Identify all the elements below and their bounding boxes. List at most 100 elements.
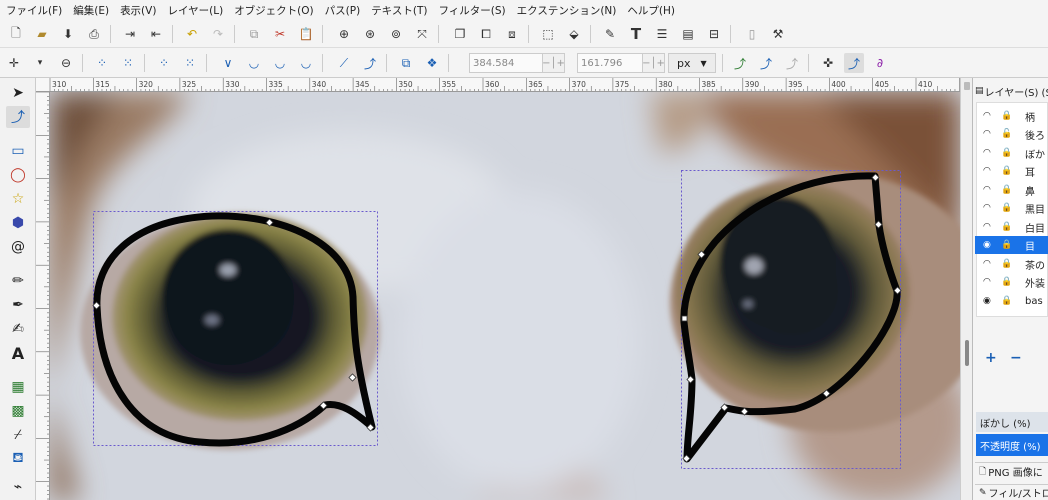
eye-open-icon[interactable]: ◉ (983, 240, 997, 250)
cut-icon[interactable]: ✂ (270, 24, 290, 44)
ungroup-icon[interactable]: ⬙ (564, 24, 584, 44)
object-to-path-icon[interactable]: ⧉ (396, 53, 416, 73)
layer-row-6[interactable]: ◠ 🔒 白目 (975, 218, 1048, 236)
lock-icon[interactable]: 🔒 (1001, 166, 1015, 176)
scroll-corner-icon[interactable] (964, 82, 970, 90)
x-stepper[interactable]: −│+ (542, 53, 565, 73)
layer-row-7[interactable]: ◉ 🔒 目 (975, 236, 1048, 254)
cusp-node-icon[interactable]: ∨ (218, 53, 238, 73)
zoom-width-icon[interactable]: ⤧ (412, 24, 432, 44)
snap-paths-icon[interactable]: ∂ (870, 53, 890, 73)
break-path-icon[interactable]: ⁙ (118, 53, 138, 73)
3d-box-tool-icon[interactable]: ⬢ (6, 212, 30, 234)
auto-smooth-node-icon[interactable]: ◡ (296, 53, 316, 73)
lock-icon[interactable]: 🔒 (1001, 111, 1015, 121)
print-icon[interactable]: ⎙ (84, 24, 104, 44)
lock-icon[interactable]: 🔒 (1001, 148, 1015, 158)
unlock-icon[interactable]: 🔓 (1001, 129, 1015, 139)
new-document-icon[interactable]: 🗋 (6, 24, 26, 44)
selector-tool-icon[interactable]: ➤ (6, 82, 30, 104)
text-tool-icon[interactable]: A (6, 342, 30, 364)
layer-row-5[interactable]: ◠ 🔒 黒目 (975, 199, 1048, 217)
eye-closed-icon[interactable]: ◠ (983, 166, 997, 176)
redo-icon[interactable]: ↷ (208, 24, 228, 44)
eye-closed-icon[interactable]: ◠ (983, 277, 997, 287)
layer-row-2[interactable]: ◠ 🔒 ぼか (975, 144, 1048, 162)
eye-closed-icon[interactable]: ◠ (983, 222, 997, 232)
show-outline-icon[interactable]: ⤴ (782, 53, 802, 73)
stroke-to-path-icon[interactable]: ❖ (422, 53, 442, 73)
y-stepper[interactable]: −│+ (642, 53, 665, 73)
lock-icon[interactable]: 🔒 (1001, 259, 1015, 269)
rectangle-tool-icon[interactable]: ▭ (6, 140, 30, 162)
calligraphy-tool-icon[interactable]: ✍ (6, 318, 30, 340)
paste-icon[interactable]: 📋 (296, 24, 316, 44)
lock-icon[interactable]: 🔒 (1001, 222, 1015, 232)
import-icon[interactable]: ⇥ (120, 24, 140, 44)
opacity-slider[interactable]: 不透明度 (%) (976, 434, 1048, 456)
save-icon[interactable]: ⬇ (58, 24, 78, 44)
menu-path[interactable]: パス(P) (319, 3, 366, 18)
menu-layer[interactable]: レイヤー(L) (161, 3, 228, 18)
menu-object[interactable]: オブジェクト(O) (228, 3, 318, 18)
pencil-tool-icon[interactable]: ✏ (6, 270, 30, 292)
document-properties-icon[interactable]: ▯ (742, 24, 762, 44)
remove-layer-button[interactable]: − (1010, 350, 1022, 366)
chevron-down-icon[interactable]: ▾ (30, 53, 50, 73)
duplicate-icon[interactable]: ❐ (450, 24, 470, 44)
open-file-icon[interactable]: ▰ (32, 24, 52, 44)
smooth-node-icon[interactable]: ◡ (244, 53, 264, 73)
preferences-icon[interactable]: ⚒ (768, 24, 788, 44)
y-coordinate-input[interactable]: 161.796 (577, 53, 643, 73)
vertical-scrollbar[interactable] (960, 78, 972, 500)
layer-row-0[interactable]: ◠ 🔒 柄 (975, 107, 1048, 125)
lock-icon[interactable]: 🔒 (1001, 185, 1015, 195)
drawing-canvas[interactable] (50, 92, 960, 500)
lock-icon[interactable]: 🔒 (1001, 240, 1015, 250)
undo-icon[interactable]: ↶ (182, 24, 202, 44)
menu-file[interactable]: ファイル(F) (0, 3, 67, 18)
layer-row-10[interactable]: ◉ 🔒 bas (975, 292, 1048, 310)
unlink-clone-icon[interactable]: ⧈ (502, 24, 522, 44)
eye-closed-icon[interactable]: ◠ (983, 111, 997, 121)
fill-stroke-tab[interactable]: ✎フィル/ストロー (975, 484, 1048, 500)
join-endnodes-icon[interactable]: ⁘ (154, 53, 174, 73)
paint-bucket-tool-icon[interactable]: ⛾ (6, 448, 30, 470)
spiral-tool-icon[interactable]: @ (6, 236, 30, 258)
copy-icon[interactable]: ⧉ (244, 24, 264, 44)
dropper-tool-icon[interactable]: ⌿ (6, 424, 30, 446)
eye-closed-icon[interactable]: ◠ (983, 148, 997, 158)
menu-view[interactable]: 表示(V) (114, 3, 161, 18)
zoom-drawing-icon[interactable]: ⊛ (360, 24, 380, 44)
node-tool-icon[interactable]: ⤴ (6, 106, 30, 128)
snap-toggle-icon[interactable]: ✜ (818, 53, 838, 73)
pen-tool-icon[interactable]: ✒ (6, 294, 30, 316)
eye-closed-icon[interactable]: ◠ (983, 259, 997, 269)
text-font-icon[interactable]: T (626, 24, 646, 44)
scrollbar-thumb[interactable] (965, 340, 969, 366)
layer-row-3[interactable]: ◠ 🔒 耳 (975, 162, 1048, 180)
eye-closed-icon[interactable]: ◠ (983, 129, 997, 139)
lock-icon[interactable]: 🔒 (1001, 296, 1015, 306)
xml-editor-icon[interactable]: ▤ (678, 24, 698, 44)
delete-node-icon[interactable]: ⊖ (56, 53, 76, 73)
clone-icon[interactable]: ⧠ (476, 24, 496, 44)
layers-panel-header[interactable]: ▤ レイヤー(S) (Sh (975, 82, 1048, 100)
gradient-tool-icon[interactable]: ▦ (6, 376, 30, 398)
layer-row-1[interactable]: ◠ 🔓 後ろ (975, 125, 1048, 143)
zoom-page-icon[interactable]: ⊚ (386, 24, 406, 44)
export-icon[interactable]: ⇤ (146, 24, 166, 44)
lock-icon[interactable]: 🔒 (1001, 203, 1015, 213)
layer-row-9[interactable]: ◠ 🔒 外装 (975, 273, 1048, 291)
spray-tool-icon[interactable]: ⌁ (6, 476, 30, 498)
segment-curve-icon[interactable]: ⤴ (360, 53, 380, 73)
show-transform-handles-icon[interactable]: ⤴ (730, 53, 750, 73)
zoom-selection-icon[interactable]: ⊕ (334, 24, 354, 44)
png-export-tab[interactable]: 🗋 PNG 画像に (975, 462, 1048, 480)
layer-row-4[interactable]: ◠ 🔒 鼻 (975, 181, 1048, 199)
eye-open-icon[interactable]: ◉ (983, 296, 997, 306)
snap-nodes-icon[interactable]: ⤴ (844, 53, 864, 73)
align-distribute-icon[interactable]: ⊟ (704, 24, 724, 44)
layers-icon[interactable]: ☰ (652, 24, 672, 44)
menu-help[interactable]: ヘルプ(H) (621, 3, 680, 18)
